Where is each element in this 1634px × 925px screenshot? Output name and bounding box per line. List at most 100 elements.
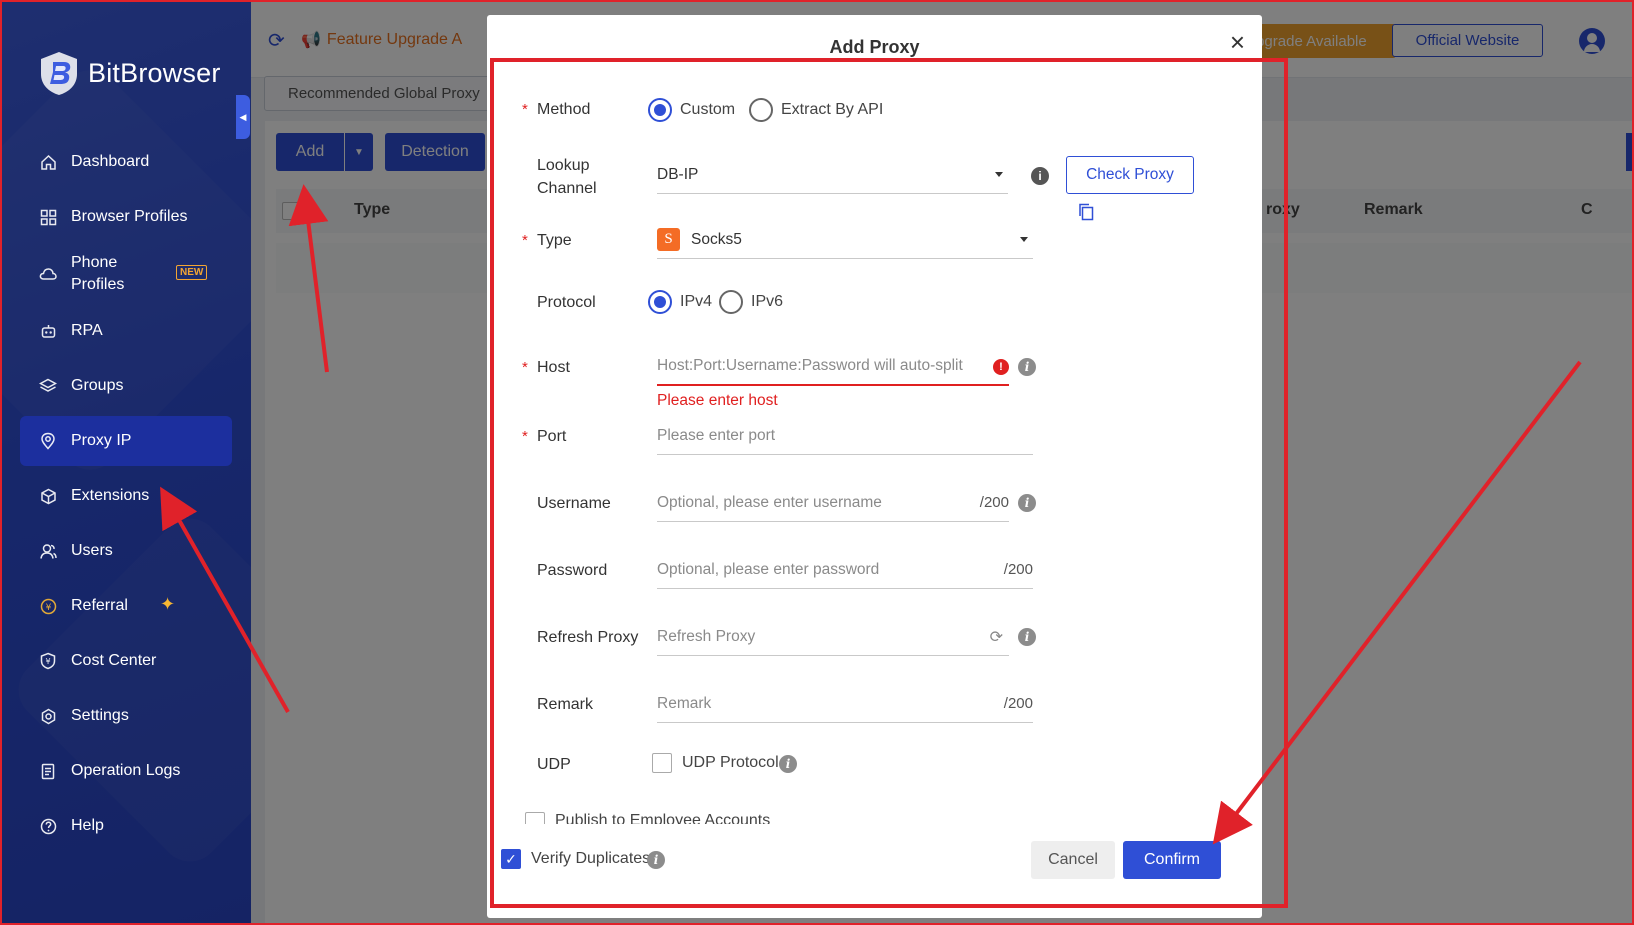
radio-unchecked-icon	[719, 290, 743, 314]
host-input[interactable]	[657, 357, 1009, 375]
host-input-field[interactable]	[657, 348, 1009, 386]
required-mark: *	[522, 232, 528, 249]
chevron-left-icon: ◀	[239, 111, 247, 122]
sidebar-item-label: Extensions	[71, 487, 150, 504]
radio-label: Custom	[680, 101, 736, 118]
refresh-proxy-label: Refresh Proxy	[537, 629, 639, 646]
confirm-button[interactable]: Confirm	[1123, 841, 1221, 879]
type-value: Socks5	[691, 230, 742, 248]
svg-text:¥: ¥	[45, 657, 50, 666]
method-label: Method	[537, 101, 591, 118]
required-mark: *	[522, 428, 528, 445]
home-icon	[39, 153, 57, 171]
lookup-label-line1: Lookup	[537, 157, 590, 174]
sidebar-item-settings[interactable]: Settings	[20, 691, 232, 741]
sidebar-item-dashboard[interactable]: Dashboard	[20, 137, 232, 187]
radio-checked-icon	[648, 290, 672, 314]
layers-icon	[39, 377, 57, 395]
sidebar-item-label: Help	[71, 817, 104, 834]
username-input[interactable]	[657, 493, 1009, 512]
socks5-badge-icon: S	[657, 228, 680, 251]
error-icon: !	[993, 359, 1009, 375]
app-logo: BitBrowser	[38, 50, 221, 96]
port-label: Port	[537, 428, 567, 445]
sidebar-item-cost-center[interactable]: ¥ Cost Center	[20, 636, 232, 686]
verify-duplicates-checkbox[interactable]: ✓ Verify Duplicates	[501, 849, 650, 869]
sidebar-item-label: Phone Profiles	[71, 254, 125, 293]
refresh-proxy-input[interactable]	[657, 627, 1009, 646]
new-badge: NEW	[176, 265, 208, 280]
sidebar-item-label: RPA	[71, 322, 103, 339]
password-input-field[interactable]: /200	[657, 551, 1033, 589]
checkbox-label: Publish to Employee Accounts	[555, 812, 771, 824]
password-label: Password	[537, 562, 608, 579]
required-mark: *	[522, 359, 528, 376]
sidebar-item-browser-profiles[interactable]: Browser Profiles	[20, 192, 232, 242]
udp-label: UDP	[537, 756, 571, 773]
sidebar-item-groups[interactable]: Groups	[20, 361, 232, 411]
sidebar-nav: Dashboard Browser Profiles Phone Profile…	[20, 137, 232, 856]
coin-icon: ¥	[39, 597, 57, 615]
lookup-channel-value: DB-IP	[657, 165, 699, 183]
port-input-field[interactable]	[657, 417, 1033, 455]
method-extract-api-radio[interactable]: Extract By API	[749, 98, 883, 122]
password-input[interactable]	[657, 560, 1033, 579]
grid-icon	[39, 208, 57, 226]
lookup-channel-select[interactable]: DB-IP	[657, 156, 1008, 194]
publish-employee-checkbox[interactable]: Publish to Employee Accounts	[525, 810, 770, 824]
sidebar-item-label: Operation Logs	[71, 762, 181, 779]
users-icon	[39, 542, 57, 560]
username-input-field[interactable]: /200	[657, 484, 1009, 522]
sidebar: BitBrowser Dashboard Browser Profiles Ph…	[0, 0, 251, 925]
help-icon	[39, 817, 57, 835]
host-error-message: Please enter host	[657, 392, 778, 409]
sidebar-item-label: Browser Profiles	[71, 208, 188, 225]
sidebar-item-extensions[interactable]: Extensions	[20, 471, 232, 521]
cloud-phone-icon	[39, 265, 57, 283]
radio-label: IPv4	[680, 293, 713, 310]
cancel-button[interactable]: Cancel	[1031, 841, 1115, 879]
sidebar-item-users[interactable]: Users	[20, 526, 232, 576]
sidebar-item-phone-profiles[interactable]: Phone Profiles NEW	[20, 247, 232, 301]
close-icon[interactable]: ×	[1230, 29, 1245, 55]
location-pin-icon	[39, 432, 57, 450]
dialog-title: Add Proxy	[829, 37, 920, 57]
sidebar-item-label: Users	[71, 542, 113, 559]
check-proxy-button[interactable]: Check Proxy	[1066, 156, 1194, 194]
remark-input[interactable]	[657, 694, 1033, 713]
copy-icon[interactable]	[1078, 203, 1094, 221]
caret-down-icon	[1020, 237, 1028, 242]
info-icon[interactable]: i	[779, 755, 797, 773]
type-select[interactable]: S Socks5	[657, 221, 1033, 259]
info-icon[interactable]: i	[1018, 358, 1036, 376]
radio-checked-icon	[648, 98, 672, 122]
sidebar-item-operation-logs[interactable]: Operation Logs	[20, 746, 232, 796]
robot-icon	[39, 322, 57, 340]
sidebar-item-rpa[interactable]: RPA	[20, 306, 232, 356]
radio-label: IPv6	[751, 293, 784, 310]
sidebar-collapse-button[interactable]: ◀	[236, 95, 250, 139]
info-icon[interactable]: i	[1018, 628, 1036, 646]
protocol-ipv6-radio[interactable]: IPv6	[719, 290, 783, 314]
info-icon[interactable]: i	[647, 851, 665, 869]
password-counter: /200	[1003, 561, 1033, 578]
info-icon[interactable]: i	[1031, 167, 1049, 185]
app-name: BitBrowser	[88, 57, 221, 88]
udp-protocol-checkbox[interactable]: UDP Protocol	[652, 753, 779, 773]
info-icon[interactable]: i	[1018, 494, 1036, 512]
port-input[interactable]	[657, 426, 1033, 445]
sidebar-item-label: Dashboard	[71, 153, 150, 170]
username-counter: /200	[979, 494, 1009, 511]
method-custom-radio[interactable]: Custom	[648, 98, 735, 122]
remark-counter: /200	[1003, 695, 1033, 712]
sidebar-item-label: Groups	[71, 377, 124, 394]
remark-input-field[interactable]: /200	[657, 685, 1033, 723]
refresh-proxy-input-field[interactable]: ⟳	[657, 618, 1009, 656]
protocol-ipv4-radio[interactable]: IPv4	[648, 290, 712, 314]
sidebar-item-referral[interactable]: ¥ Referral ✦	[20, 581, 232, 631]
refresh-icon[interactable]: ⟳	[990, 627, 1003, 647]
sidebar-item-label: Referral	[71, 597, 128, 614]
sidebar-item-help[interactable]: Help	[20, 801, 232, 851]
checkbox-unchecked-icon	[652, 753, 672, 773]
sidebar-item-proxy-ip[interactable]: Proxy IP	[20, 416, 232, 466]
